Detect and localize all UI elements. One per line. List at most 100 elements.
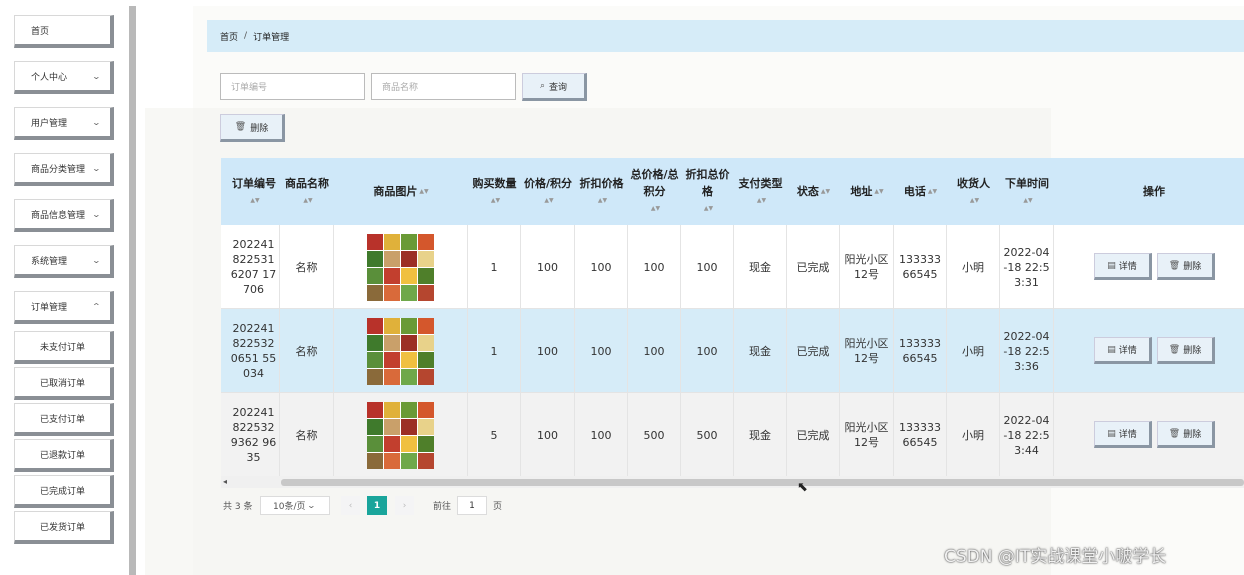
trash-icon: 🗑 xyxy=(1168,344,1181,355)
cell-receiver: 小明 xyxy=(947,393,1000,477)
column-header-discount-total[interactable]: 折扣总价格 ▲▼ xyxy=(681,158,734,225)
scroll-left-arrow-icon[interactable]: ◂ xyxy=(223,476,227,488)
sort-caret-icon[interactable]: ▲▼ xyxy=(303,192,312,209)
cell-product-name-text: 名称 xyxy=(295,344,318,358)
sidebar-subitem-shipped[interactable]: 已发货订单 xyxy=(14,511,114,544)
sort-caret-icon[interactable]: ▲▼ xyxy=(419,183,428,200)
cell-pay-type-text: 现金 xyxy=(749,344,771,358)
sidebar-item-label: 已支付订单 xyxy=(39,414,85,425)
column-header-pay-type[interactable]: 支付类型 ▲▼ xyxy=(734,158,787,225)
sort-caret-icon[interactable]: ▲▼ xyxy=(757,192,766,209)
sidebar-subitem-paid[interactable]: 已支付订单 xyxy=(14,403,114,436)
delete-button[interactable]: 🗑 删除 xyxy=(1157,337,1215,364)
sidebar-subitem-cancelled[interactable]: 已取消订单 xyxy=(14,367,114,400)
sidebar-item-personal-center[interactable]: 个人中心 ⌄ xyxy=(14,61,114,94)
cell-order-no: 2022418225329362 9635 xyxy=(228,393,280,477)
column-header-receiver[interactable]: 收货人 ▲▼ xyxy=(947,158,1000,225)
sort-caret-icon[interactable]: ▲▼ xyxy=(704,200,713,217)
column-header-order-no[interactable]: 订单编号 ▲▼ xyxy=(228,158,280,225)
sidebar-item-label: 已完成订单 xyxy=(39,486,85,497)
page-number-current[interactable]: 1 xyxy=(367,496,387,515)
sort-caret-icon[interactable]: ▲▼ xyxy=(821,183,830,200)
column-header-address[interactable]: 地址 ▲▼ xyxy=(840,158,894,225)
cell-price-text: 100 xyxy=(537,260,558,274)
column-header-total[interactable]: 总价格/总积分 ▲▼ xyxy=(628,158,681,225)
cell-discount-total-text: 100 xyxy=(696,260,718,274)
cell-order-no-text: 2022418225320651 55034 xyxy=(230,322,277,380)
table-header: 订单编号 ▲▼ 商品名称 ▲▼ 商品图片 ▲▼ 购买数量 ▲▼ 价格/积分 ▲▼ 折扣价格… xyxy=(221,158,1244,225)
cell-price-text: 100 xyxy=(537,428,558,442)
sidebar-item-category-management[interactable]: 商品分类管理 ⌄ xyxy=(14,153,114,186)
detail-button[interactable]: ▤ 详情 xyxy=(1094,337,1152,364)
sort-caret-icon[interactable]: ▲▼ xyxy=(544,192,553,209)
column-header-product-image[interactable]: 商品图片 ▲▼ xyxy=(334,158,468,225)
column-label: 折扣总价格 xyxy=(685,168,730,198)
delete-button[interactable]: 🗑 删除 xyxy=(1157,253,1215,280)
next-page-button[interactable]: › xyxy=(395,496,414,515)
cell-order-no-text: 2022418225329362 9635 xyxy=(230,406,277,464)
page-size-select[interactable]: 10条/页 ⌄ xyxy=(260,496,330,515)
scroll-thumb[interactable] xyxy=(281,479,1244,486)
breadcrumb-home[interactable]: 首页 xyxy=(220,30,238,43)
column-label: 购买数量 xyxy=(472,176,517,190)
order-number-input[interactable]: 订单编号 xyxy=(220,73,365,100)
sidebar-subitem-completed[interactable]: 已完成订单 xyxy=(14,475,114,508)
sidebar-item-system-management[interactable]: 系统管理 ⌄ xyxy=(14,245,114,278)
chevron-down-icon: ⌄ xyxy=(91,255,102,265)
chevron-down-icon: ⌄ xyxy=(91,117,102,127)
product-thumbnail[interactable] xyxy=(367,401,434,469)
sort-caret-icon[interactable]: ▲▼ xyxy=(250,192,259,209)
sidebar-item-label: 已退款订单 xyxy=(39,450,85,461)
breadcrumb-separator: / xyxy=(244,31,248,41)
sidebar-item-product-management[interactable]: 商品信息管理 ⌄ xyxy=(14,199,114,232)
sidebar-item-home[interactable]: 首页 xyxy=(14,15,114,48)
goto-page: 前往 1 页 xyxy=(433,496,502,515)
chevron-down-icon: ⌄ xyxy=(91,163,102,173)
column-label: 总价格/总积分 xyxy=(630,168,679,198)
cell-discount-price-text: 100 xyxy=(590,428,612,442)
cell-price: 100 xyxy=(521,393,575,477)
sidebar-item-label: 已取消订单 xyxy=(39,378,85,389)
product-name-input[interactable]: 商品名称 xyxy=(371,73,516,100)
detail-button[interactable]: ▤ 详情 xyxy=(1094,253,1152,280)
sort-caret-icon[interactable]: ▲▼ xyxy=(1023,192,1032,209)
cell-phone-text: 13333366545 xyxy=(899,421,941,449)
goto-page-input[interactable]: 1 xyxy=(457,496,488,515)
sort-caret-icon[interactable]: ▲▼ xyxy=(598,192,607,209)
column-header-price[interactable]: 价格/积分 ▲▼ xyxy=(521,158,575,225)
orders-table: 订单编号 ▲▼ 商品名称 ▲▼ 商品图片 ▲▼ 购买数量 ▲▼ 价格/积分 ▲▼ 折扣价格… xyxy=(221,158,1244,477)
cell-product-image xyxy=(334,393,468,477)
sort-caret-icon[interactable]: ▲▼ xyxy=(651,200,660,217)
sort-caret-icon[interactable]: ▲▼ xyxy=(928,183,937,200)
product-thumbnail[interactable] xyxy=(367,317,434,385)
column-header-discount-price[interactable]: 折扣价格 ▲▼ xyxy=(575,158,628,225)
column-header-order-time[interactable]: 下单时间 ▲▼ xyxy=(1000,158,1054,225)
mouse-cursor-icon: ⬉ xyxy=(797,480,808,495)
column-header-phone[interactable]: 电话 ▲▼ xyxy=(894,158,947,225)
sidebar-item-label: 商品分类管理 xyxy=(31,164,86,175)
column-header-product-name[interactable]: 商品名称 ▲▼ xyxy=(280,158,334,225)
cell-total: 100 xyxy=(628,225,681,309)
sort-caret-icon[interactable]: ▲▼ xyxy=(874,183,883,200)
product-name-placeholder: 商品名称 xyxy=(382,83,419,93)
query-button[interactable]: ⌕ 查询 xyxy=(522,73,587,101)
cell-product-image xyxy=(334,225,468,309)
cell-discount-price: 100 xyxy=(575,225,628,309)
column-header-quantity[interactable]: 购买数量 ▲▼ xyxy=(468,158,521,225)
horizontal-scrollbar[interactable]: ◂ xyxy=(221,476,1244,488)
cell-status-text: 已完成 xyxy=(796,428,830,442)
breadcrumb-current: 订单管理 xyxy=(253,32,290,43)
column-header-status[interactable]: 状态 ▲▼ xyxy=(787,158,840,225)
sidebar-item-order-management[interactable]: 订单管理 ⌃ xyxy=(14,291,114,324)
sidebar-subitem-refunded[interactable]: 已退款订单 xyxy=(14,439,114,472)
delete-button[interactable]: 🗑 删除 xyxy=(1157,421,1215,448)
sidebar-item-user-management[interactable]: 用户管理 ⌄ xyxy=(14,107,114,140)
prev-page-button[interactable]: ‹ xyxy=(341,496,360,515)
sort-caret-icon[interactable]: ▲▼ xyxy=(491,192,500,209)
bulk-delete-button[interactable]: 🗑 删除 xyxy=(220,114,285,142)
sort-caret-icon[interactable]: ▲▼ xyxy=(970,192,979,209)
sidebar-subitem-unpaid[interactable]: 未支付订单 xyxy=(14,331,114,364)
detail-button[interactable]: ▤ 详情 xyxy=(1094,421,1152,448)
cell-status-text: 已完成 xyxy=(796,260,830,274)
product-thumbnail[interactable] xyxy=(367,233,434,301)
